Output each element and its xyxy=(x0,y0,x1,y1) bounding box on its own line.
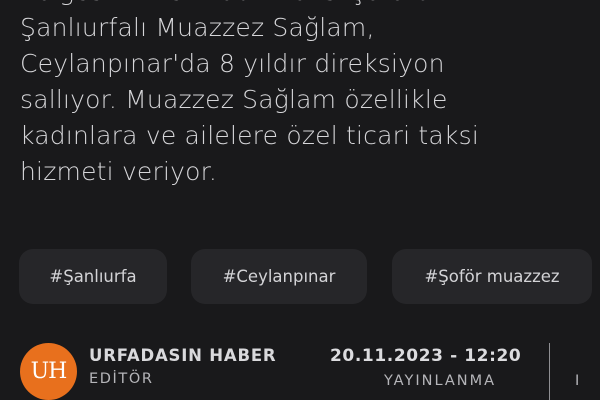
article-line: sallıyor. Muazzez Sağlam özellikle xyxy=(20,85,448,114)
article-line: hizmeti veriyor. xyxy=(20,157,217,186)
tag-ceylanpinar[interactable]: #Ceylanpınar xyxy=(191,249,367,304)
tag-list: #Şanlıurfa #Ceylanpınar #Şoför muazzez xyxy=(19,249,600,304)
article-line: Bölgesinin tek kadın taksi şoförü xyxy=(20,0,580,10)
avatar[interactable]: UH xyxy=(20,343,77,400)
update-label-partial: I xyxy=(575,373,582,389)
article-line: kadınlara ve ailelere özel ticari taksi xyxy=(20,121,479,150)
article-line: Şanlıurfalı Muazzez Sağlam, xyxy=(20,13,375,42)
article-body-text: Bölgesinin tek kadın taksi şoförü Şanlıu… xyxy=(20,0,580,190)
author-name[interactable]: URFADASIN HABER xyxy=(89,346,276,365)
publish-status-label: YAYINLANMA xyxy=(383,373,497,389)
author-info: UH URFADASIN HABER EDİTÖR xyxy=(20,340,350,400)
meta-divider xyxy=(549,343,550,400)
tag-sofor-muazzez[interactable]: #Şoför muazzez xyxy=(392,249,592,304)
article-line: Ceylanpınar'da 8 yıldır direksiyon xyxy=(20,49,445,78)
publish-date: 20.11.2023 - 12:20 xyxy=(330,346,522,366)
author-role: EDİTÖR xyxy=(89,371,154,387)
tag-sanliurfa[interactable]: #Şanlıurfa xyxy=(19,249,167,304)
